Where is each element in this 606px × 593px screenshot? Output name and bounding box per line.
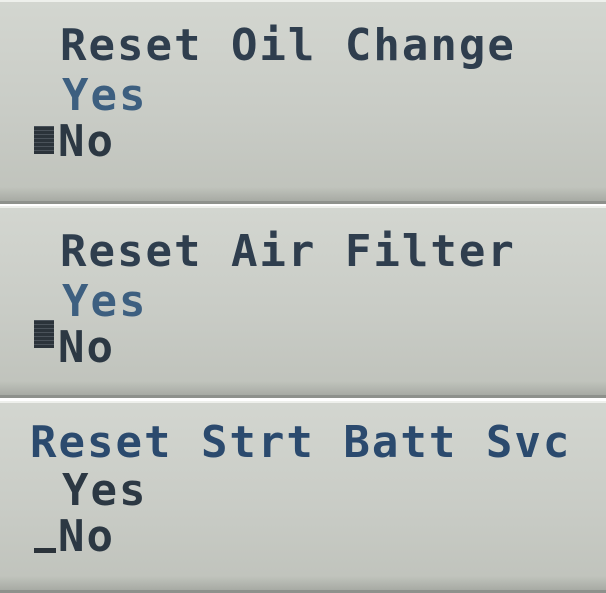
option-no[interactable]: No: [58, 326, 115, 370]
lcd-bezel-shadow: [0, 381, 606, 395]
menu-title: Reset Strt Batt Svc: [30, 417, 572, 468]
selection-cursor-underline: [34, 548, 56, 553]
selection-cursor-block: [34, 320, 54, 348]
lcd-bezel-shadow: [0, 187, 606, 201]
option-yes[interactable]: Yes: [62, 280, 147, 324]
option-no[interactable]: No: [58, 515, 115, 559]
lcd-bezel-shadow: [0, 576, 606, 590]
option-yes[interactable]: Yes: [62, 469, 147, 513]
option-yes[interactable]: Yes: [62, 74, 147, 118]
selection-cursor-block: [34, 126, 54, 154]
lcd-screen-start-battery: Reset Strt Batt Svc Yes No: [0, 401, 606, 593]
lcd-screen-air-filter: Reset Air Filter Yes No: [0, 206, 606, 398]
lcd-screen-oil-change: Reset Oil Change Yes No: [0, 0, 606, 204]
menu-title: Reset Air Filter: [60, 226, 516, 277]
menu-title: Reset Oil Change: [60, 20, 516, 71]
option-no[interactable]: No: [58, 120, 115, 164]
